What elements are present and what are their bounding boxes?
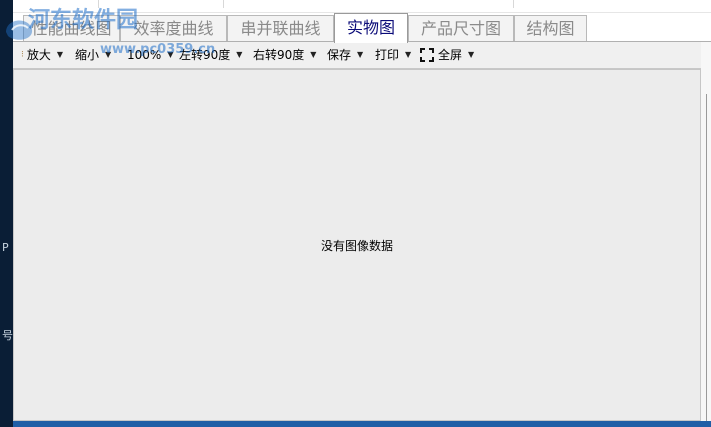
dropdown-arrow-icon: ▼ xyxy=(310,50,317,59)
dropdown-arrow-icon: ▼ xyxy=(357,50,364,59)
empty-image-message: 没有图像数据 xyxy=(320,239,393,253)
image-viewer[interactable]: 没有图像数据 xyxy=(13,69,701,421)
watermark-url: www.pc0359.cn xyxy=(100,42,216,57)
dropdown-arrow-icon: ▼ xyxy=(405,50,412,59)
fullscreen-button[interactable]: 全屏 ▼ xyxy=(419,42,474,68)
zoom-out-label: 缩小 xyxy=(75,48,100,62)
fullscreen-label: 全屏 xyxy=(438,48,463,62)
left-edge-mark: 号 xyxy=(2,329,13,342)
save-label: 保存 xyxy=(327,48,352,62)
print-label: 打印 xyxy=(375,48,400,62)
top-frame-divider xyxy=(223,0,224,8)
top-frame-divider xyxy=(513,0,514,8)
tab-product-photo[interactable]: 实物图 xyxy=(334,13,408,43)
rotate-right-button[interactable]: 右转90度 ▼ xyxy=(253,42,316,68)
save-button[interactable]: 保存 ▼ xyxy=(327,42,363,68)
zoom-in-button[interactable]: ⁝ 放大 ▼ xyxy=(21,42,63,68)
right-scroll-rail xyxy=(701,42,711,421)
tab-product-dimensions[interactable]: 产品尺寸图 xyxy=(408,15,514,42)
tab-structure-diagram[interactable]: 结构图 xyxy=(514,15,587,42)
dropdown-arrow-icon: ▼ xyxy=(236,50,243,59)
dropdown-arrow-icon: ▼ xyxy=(468,50,475,59)
zoom-in-label: 放大 xyxy=(26,48,51,62)
right-rail-line xyxy=(706,94,707,421)
tab-series-parallel-curve[interactable]: 串并联曲线 xyxy=(227,15,334,42)
bottom-accent-bar xyxy=(13,421,711,427)
dropdown-arrow-icon: ▼ xyxy=(56,50,64,59)
grip-icon: ⁝ xyxy=(21,50,24,60)
rotate-right-label: 右转90度 xyxy=(253,48,305,62)
fullscreen-icon xyxy=(420,48,434,62)
left-edge-mark: P xyxy=(2,241,9,254)
left-window-edge: P 号 xyxy=(0,0,13,427)
watermark-title: 河东软件园 xyxy=(28,7,139,33)
print-button[interactable]: 打印 ▼ xyxy=(375,42,411,68)
